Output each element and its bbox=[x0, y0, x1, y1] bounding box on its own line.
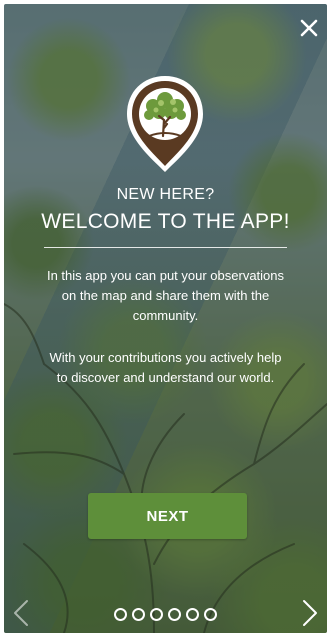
page-indicator bbox=[4, 608, 327, 621]
contribution-paragraph: With your contributions you actively hel… bbox=[49, 350, 282, 385]
next-button[interactable]: NEXT bbox=[88, 493, 247, 539]
onboarding-screen: NEW HERE? WELCOME TO THE APP! In this ap… bbox=[4, 4, 327, 633]
close-icon bbox=[300, 19, 318, 37]
page-dot-2[interactable] bbox=[132, 608, 145, 621]
welcome-title: WELCOME TO THE APP! bbox=[41, 210, 290, 233]
page-dot-4[interactable] bbox=[168, 608, 181, 621]
title-divider bbox=[44, 247, 287, 248]
page-dot-1[interactable] bbox=[114, 608, 127, 621]
page-dot-6[interactable] bbox=[204, 608, 217, 621]
close-button[interactable] bbox=[297, 16, 321, 40]
page-dot-3[interactable] bbox=[150, 608, 163, 621]
tree-logo-icon bbox=[127, 76, 203, 172]
welcome-subtitle: NEW HERE? bbox=[116, 186, 215, 203]
intro-paragraph: In this app you can put your observation… bbox=[46, 268, 285, 323]
chevron-right-icon[interactable] bbox=[301, 598, 319, 628]
page-dot-5[interactable] bbox=[186, 608, 199, 621]
